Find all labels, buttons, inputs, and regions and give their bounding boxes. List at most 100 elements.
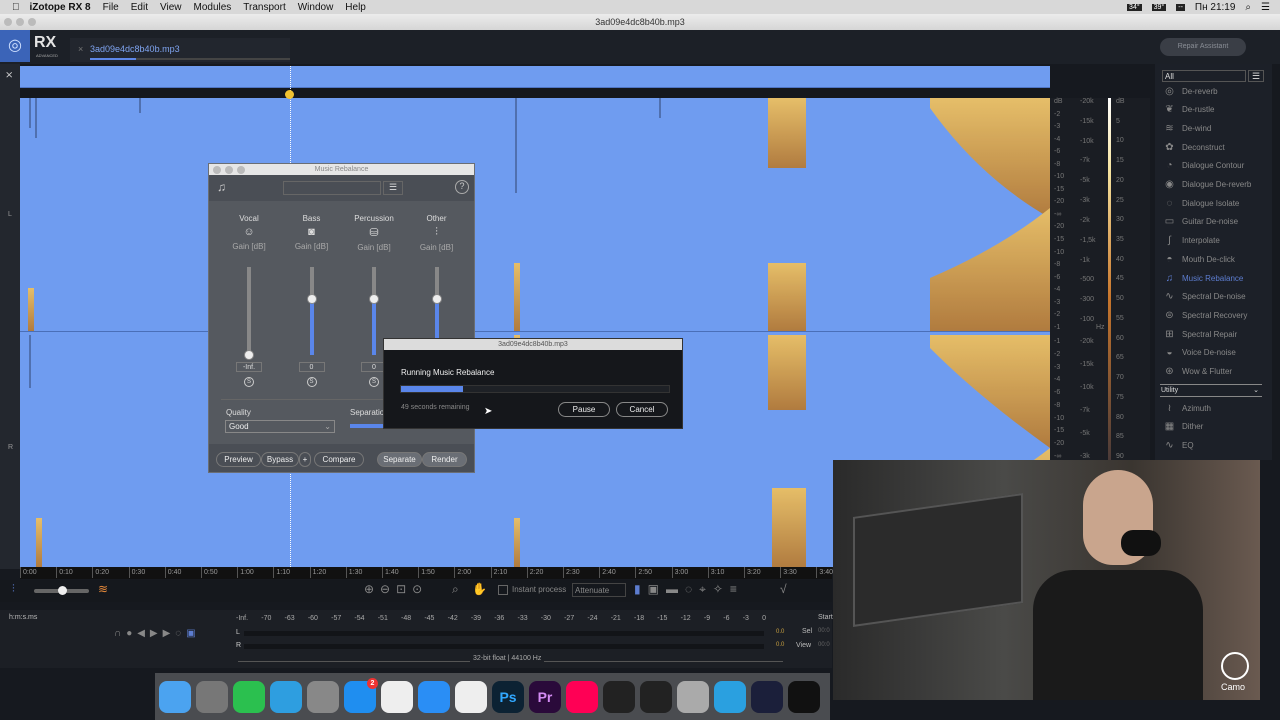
gain-value[interactable]: 0	[298, 362, 325, 372]
spectral-tool-icon[interactable]: √	[780, 582, 787, 596]
dock-app-photo-slideshow[interactable]	[677, 680, 709, 713]
menu-help[interactable]: Help	[345, 2, 366, 13]
menu-file[interactable]: File	[103, 2, 119, 13]
menu-window[interactable]: Window	[298, 2, 334, 13]
bypass-button[interactable]: Bypass	[261, 452, 299, 467]
preset-menu-icon[interactable]: ☰	[383, 181, 403, 195]
module-item[interactable]: ◓ Mouth De-click	[1163, 252, 1234, 266]
close-tab-icon[interactable]: ×	[78, 44, 83, 54]
gain-slider-handle[interactable]	[369, 293, 379, 304]
gain-slider[interactable]	[306, 267, 317, 355]
gain-value[interactable]: -Inf.	[236, 362, 262, 372]
instant-process-checkbox[interactable]	[498, 585, 508, 595]
module-list-menu-icon[interactable]: ☰	[1248, 70, 1264, 82]
music-rebalance-title-bar[interactable]: Music Rebalance	[209, 164, 474, 175]
solo-button[interactable]: S	[306, 377, 317, 387]
dock-app-ps[interactable]: Ps	[492, 680, 524, 713]
menu-modules[interactable]: Modules	[193, 2, 231, 13]
waveform-overview[interactable]	[20, 66, 1050, 88]
dock-app-cubase[interactable]	[381, 680, 413, 713]
module-item[interactable]: ✿ Deconstruct	[1163, 140, 1224, 154]
module-item[interactable]: ≋ De-wind	[1163, 121, 1211, 135]
dock-app-disk-utility[interactable]	[196, 680, 228, 713]
view-value[interactable]: 00:0	[818, 642, 830, 648]
menu-edit[interactable]: Edit	[131, 2, 148, 13]
quality-select[interactable]: Good ⌄	[225, 420, 335, 433]
menu-view[interactable]: View	[160, 2, 182, 13]
dock-app-launchpad[interactable]	[307, 680, 339, 713]
dock-app-uad-meter[interactable]	[640, 680, 672, 713]
gain-slider-handle[interactable]	[431, 293, 442, 304]
opacity-slider[interactable]	[34, 586, 89, 595]
dock-app-chrome[interactable]	[455, 680, 487, 713]
menu-transport[interactable]: Transport	[243, 2, 285, 13]
module-item[interactable]: ❦ De-rustle	[1163, 103, 1214, 117]
module-item[interactable]: ▭ Guitar De-noise	[1163, 215, 1238, 229]
solo-button[interactable]: S	[369, 377, 379, 387]
dock-app-telegram[interactable]	[270, 680, 302, 713]
dock-app-obs[interactable]	[751, 680, 783, 713]
module-item[interactable]: ◒ Voice De-noise	[1163, 346, 1235, 360]
module-item[interactable]: ⊞ Spectral Repair	[1163, 327, 1237, 341]
window-controls[interactable]	[213, 166, 245, 174]
gain-slider-handle[interactable]	[306, 293, 317, 304]
hand-icon[interactable]: ✋	[472, 582, 487, 596]
status-temp-3[interactable]: --	[1176, 3, 1185, 11]
solo-button[interactable]: S	[244, 377, 254, 387]
separate-button[interactable]: Separate	[377, 452, 422, 467]
status-temp-1[interactable]: 34°	[1127, 3, 1142, 11]
transport-controls[interactable]: ∩●◀▶▶◌▣	[114, 628, 201, 639]
dock-app-pr[interactable]: Pr	[529, 680, 561, 713]
utility-item[interactable]: ▦ Dither	[1163, 420, 1204, 434]
dock-app-ornament[interactable]	[788, 680, 820, 713]
module-item[interactable]: ♫ Music Rebalance	[1163, 271, 1244, 285]
help-icon[interactable]: ?	[455, 180, 469, 194]
module-filter-select[interactable]: All	[1162, 70, 1246, 82]
preview-button[interactable]: Preview	[216, 452, 261, 467]
notification-center-icon[interactable]: ☰	[1261, 2, 1270, 13]
process-mode-select[interactable]: Attenuate	[572, 583, 626, 597]
module-item[interactable]: ⊛ Wow & Flutter	[1163, 365, 1232, 379]
module-item[interactable]: ◉ Dialogue De-reverb	[1163, 178, 1251, 192]
pause-button[interactable]: Pause	[558, 402, 610, 417]
compare-button[interactable]: Compare	[314, 452, 364, 467]
bypass-plus-button[interactable]: +	[299, 452, 311, 467]
repair-assistant-button[interactable]: Repair Assistant	[1160, 38, 1246, 56]
opacity-slider-handle[interactable]	[58, 586, 67, 595]
playhead-handle[interactable]	[285, 90, 294, 99]
apple-icon[interactable]: 	[12, 2, 20, 13]
spectrogram-icon[interactable]: ≋	[98, 582, 108, 596]
menu-app[interactable]: iZotope RX 8	[30, 2, 91, 13]
gain-slider-handle[interactable]	[244, 350, 254, 360]
collapse-icon[interactable]: ⨯	[5, 70, 13, 81]
file-tab[interactable]: × 3ad09e4dc8b40b.mp3	[70, 38, 290, 62]
window-controls[interactable]	[4, 18, 36, 26]
cancel-button[interactable]: Cancel	[616, 402, 668, 417]
dock-app-sourcetree[interactable]	[714, 680, 746, 713]
time-format-select[interactable]: h:m:s.ms	[9, 614, 37, 621]
clock[interactable]: Пн 21:19	[1195, 2, 1236, 13]
zoom-search-icon[interactable]: ⌕	[452, 582, 459, 597]
render-button[interactable]: Render	[422, 452, 467, 467]
waveform-icon[interactable]: ⫶	[12, 583, 15, 596]
dock-app-uad-console[interactable]	[603, 680, 635, 713]
module-item[interactable]: ◌ Dialogue Isolate	[1163, 196, 1240, 210]
selection-tools-icons[interactable]: ▮▣▬◌⌖✧≡	[634, 582, 744, 597]
spotlight-icon[interactable]: ⌕	[1245, 2, 1251, 13]
sel-value[interactable]: 00:0	[818, 628, 830, 634]
preset-select[interactable]	[283, 181, 381, 195]
utility-section-header[interactable]: Utility ⌄	[1160, 384, 1262, 398]
marker-bar[interactable]	[20, 88, 1050, 98]
utility-item[interactable]: ∿ EQ	[1163, 439, 1193, 453]
module-item[interactable]: ◔ Dialogue Contour	[1163, 159, 1244, 173]
time-ruler[interactable]: 0:00 0:10 0:20 0:30 0:40 0:50 1:00 1:10 1:20 1:30…	[20, 567, 833, 579]
module-item[interactable]: ∿ Spectral De-noise	[1163, 290, 1245, 304]
module-item[interactable]: ⊜ Spectral Recovery	[1163, 308, 1247, 322]
dock-app-whatsapp[interactable]	[233, 680, 265, 713]
zoom-tools-icons[interactable]: ⊕⊖⊡⊙	[364, 582, 428, 596]
utility-item[interactable]: ≀ Azimuth	[1163, 401, 1211, 415]
dock-app-music[interactable]	[566, 680, 598, 713]
module-item[interactable]: ∫ Interpolate	[1163, 234, 1220, 248]
dock-app-safari[interactable]	[418, 680, 450, 713]
module-item[interactable]: ◎ De-reverb	[1163, 84, 1217, 98]
